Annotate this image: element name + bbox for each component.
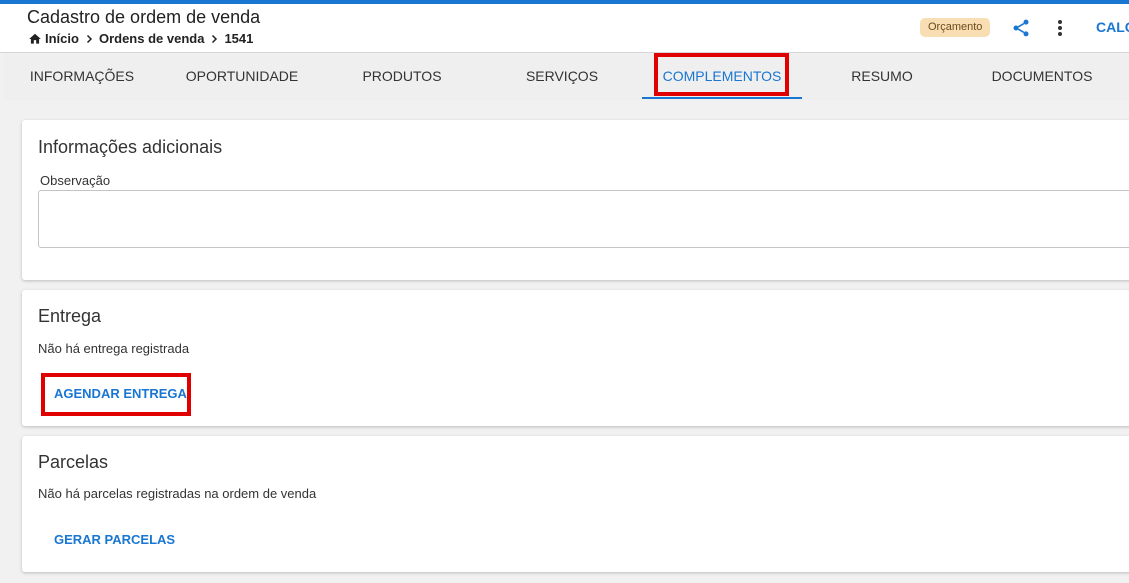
observation-label: Observação bbox=[40, 173, 111, 188]
status-badge: Orçamento bbox=[920, 18, 991, 37]
tab-resumo[interactable]: RESUMO bbox=[802, 53, 962, 100]
share-icon bbox=[1013, 19, 1029, 37]
observation-field[interactable] bbox=[38, 190, 1129, 248]
card-title: Parcelas bbox=[38, 452, 109, 472]
app-header: Cadastro de ordem de venda Início Ordens… bbox=[0, 4, 1129, 53]
tab-servicos[interactable]: SERVIÇOS bbox=[482, 53, 642, 100]
tab-informacoes[interactable]: INFORMAÇÕES bbox=[4, 53, 160, 100]
active-tab-indicator bbox=[642, 97, 802, 99]
card-title: Entrega bbox=[38, 306, 102, 326]
header-action-button[interactable]: CALC bbox=[1096, 19, 1129, 35]
more-options-button[interactable] bbox=[1050, 16, 1070, 40]
tab-oportunidade[interactable]: OPORTUNIDADE bbox=[162, 53, 322, 100]
card-title: Informações adicionais bbox=[38, 137, 223, 157]
card-entrega: Entrega Não há entrega registrada AGENDA… bbox=[22, 290, 1129, 426]
generate-installments-button[interactable]: GERAR PARCELAS bbox=[54, 532, 175, 547]
tab-bar: INFORMAÇÕES OPORTUNIDADE PRODUTOS SERVIÇ… bbox=[4, 53, 1129, 100]
schedule-delivery-button[interactable]: AGENDAR ENTREGA bbox=[54, 386, 187, 401]
card-parcelas: Parcelas Não há parcelas registradas na … bbox=[22, 436, 1129, 572]
tab-complementos[interactable]: COMPLEMENTOS bbox=[642, 53, 802, 100]
share-button[interactable] bbox=[1009, 16, 1033, 40]
breadcrumb: Início Ordens de venda 1541 bbox=[28, 31, 253, 46]
tab-documentos[interactable]: DOCUMENTOS bbox=[962, 53, 1122, 100]
breadcrumb-current: 1541 bbox=[224, 31, 254, 46]
card-info-adicionais: Informações adicionais Observação bbox=[22, 120, 1129, 280]
empty-state-text: Não há entrega registrada bbox=[38, 341, 190, 356]
breadcrumb-home[interactable]: Início bbox=[45, 31, 79, 46]
empty-state-text: Não há parcelas registradas na ordem de … bbox=[38, 486, 317, 501]
chevron-right-icon bbox=[208, 33, 220, 45]
page-title: Cadastro de ordem de venda bbox=[27, 7, 261, 27]
tab-produtos[interactable]: PRODUTOS bbox=[322, 53, 482, 100]
home-icon[interactable] bbox=[28, 32, 42, 46]
chevron-right-icon bbox=[83, 33, 95, 45]
breadcrumb-orders[interactable]: Ordens de venda bbox=[99, 31, 204, 46]
more-vert-icon bbox=[1058, 20, 1062, 36]
